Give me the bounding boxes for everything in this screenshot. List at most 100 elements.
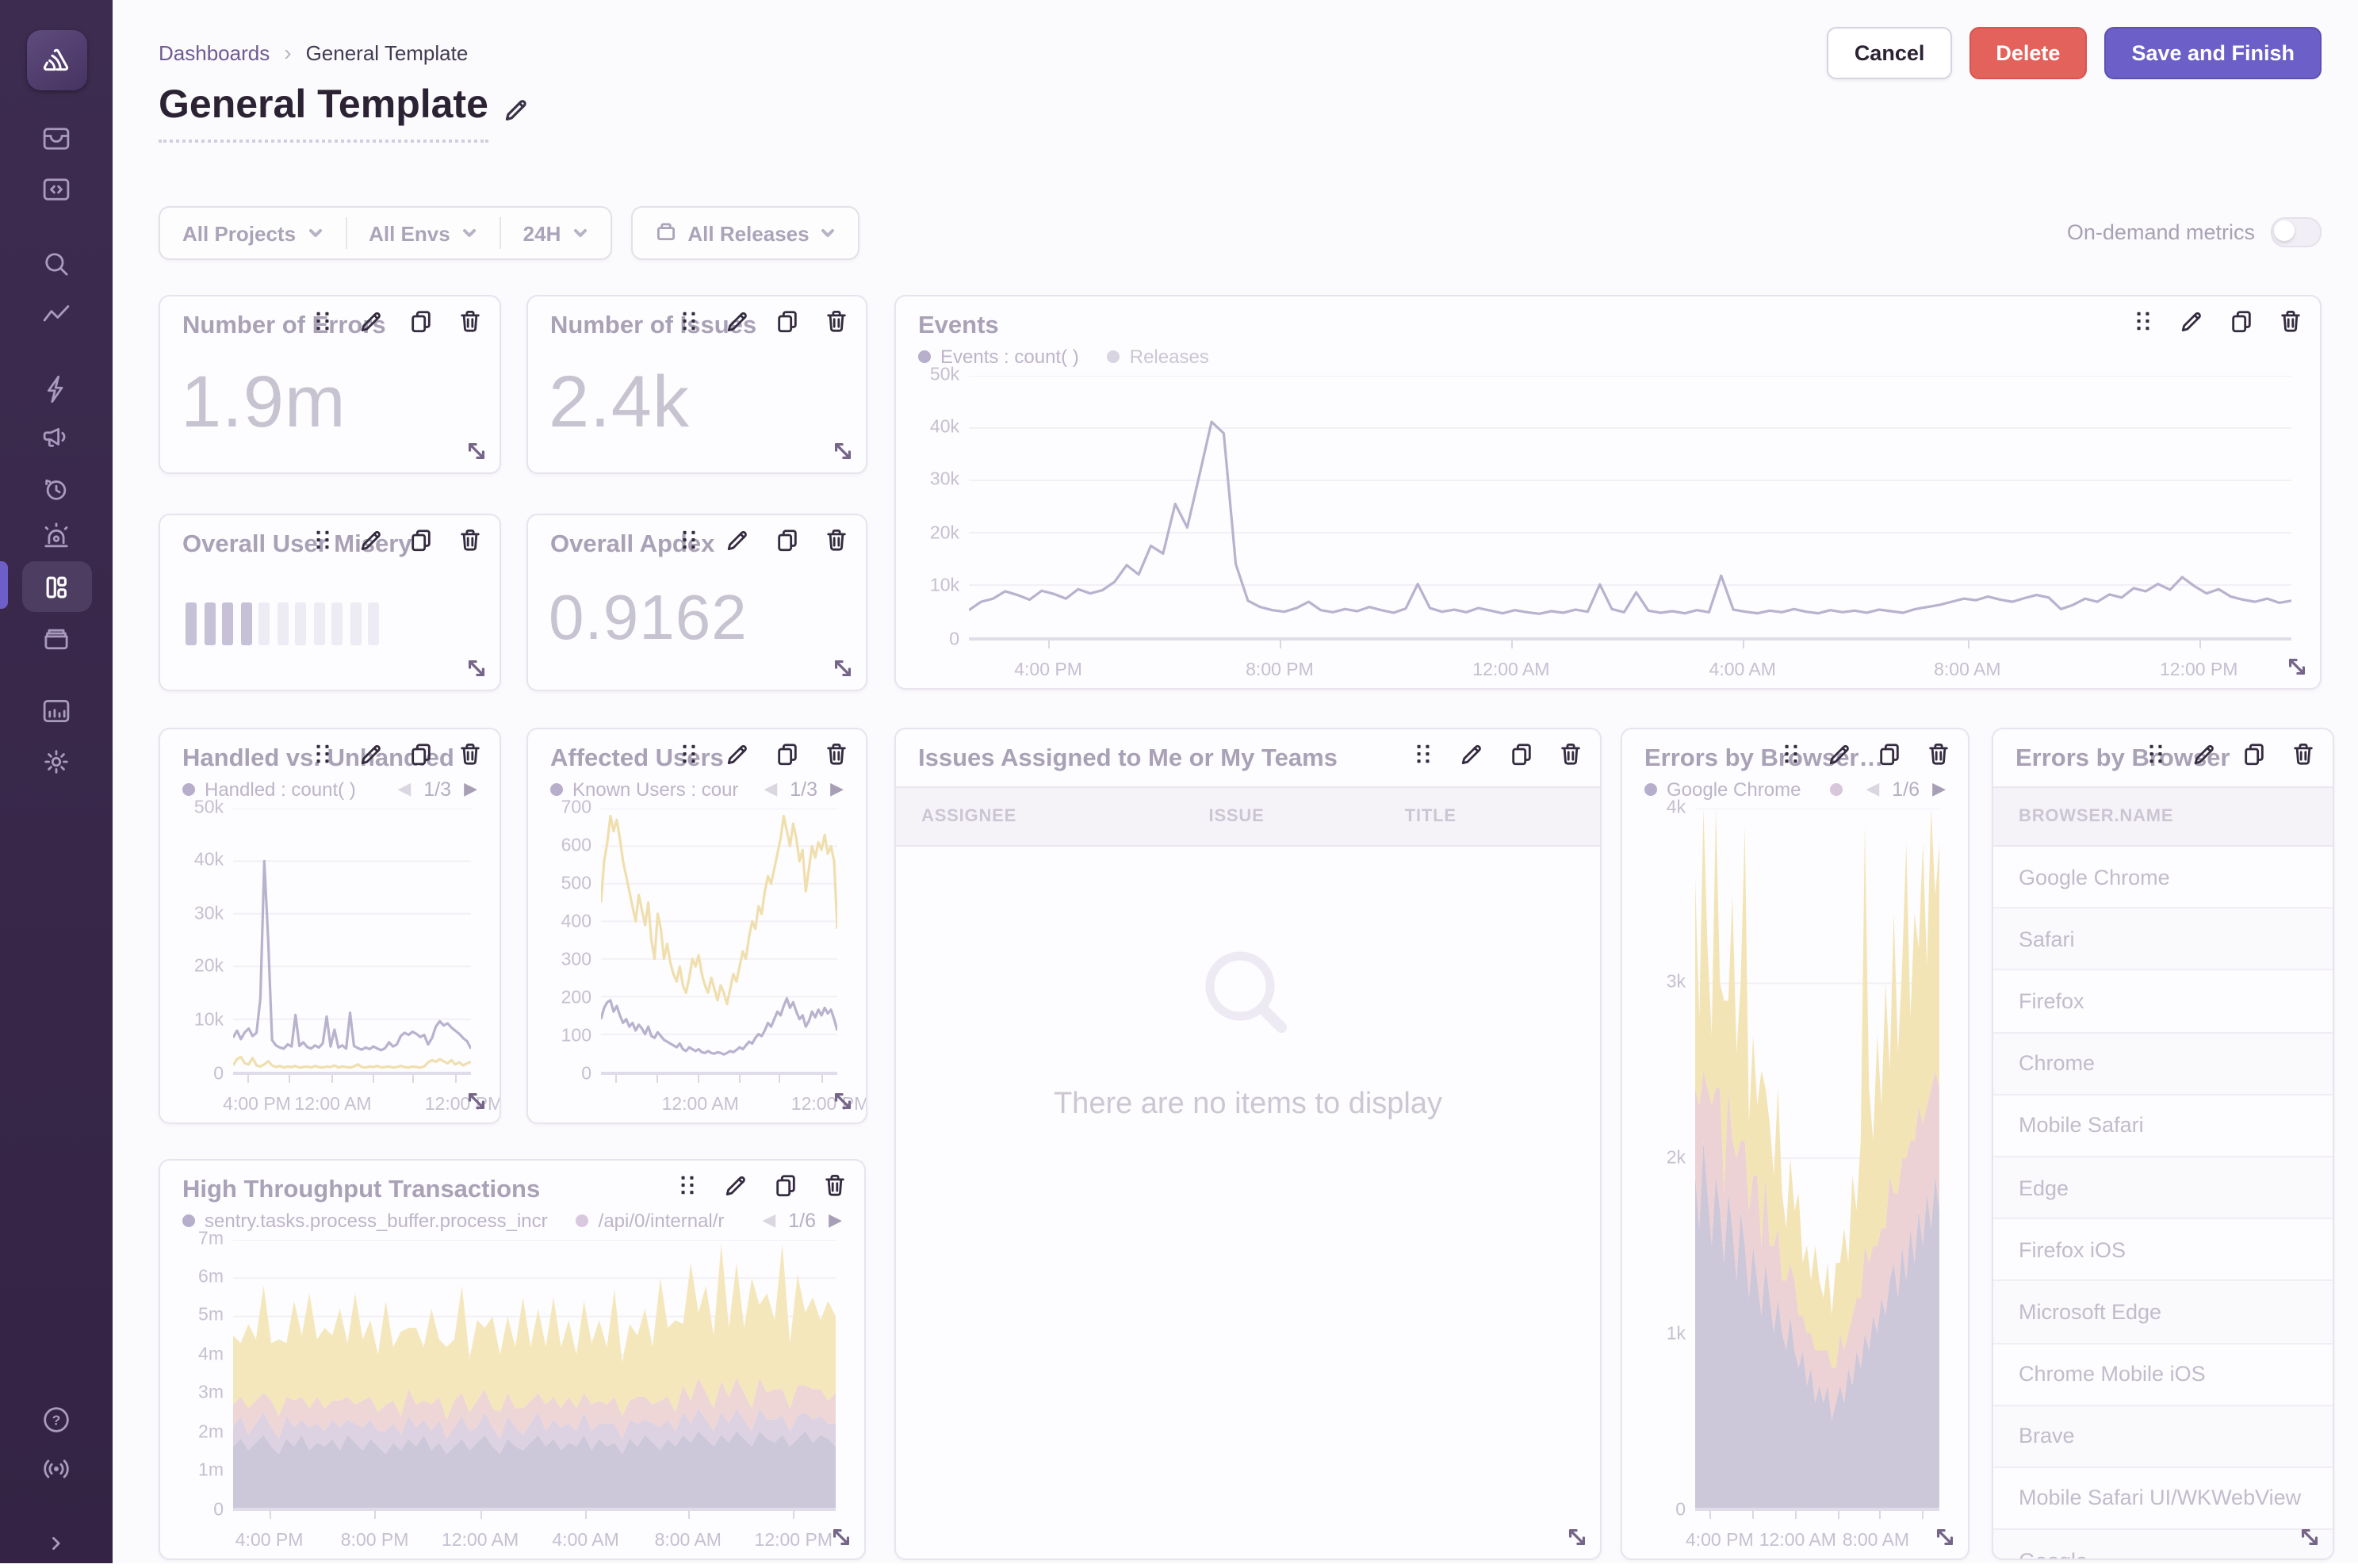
sidebar-item-replays[interactable] — [21, 463, 91, 514]
legend-prev-icon[interactable]: ◀ — [397, 781, 411, 798]
cancel-button[interactable]: Cancel — [1828, 27, 1952, 79]
ondemand-metrics-toggle[interactable] — [2271, 217, 2322, 247]
legend-prev-icon[interactable]: ◀ — [764, 781, 777, 798]
edit-widget-button[interactable] — [1828, 742, 1852, 766]
widget-handled-vs-unhandled[interactable]: Handled vs. Unhandled Handled : count( )… — [159, 728, 501, 1124]
widget-number-of-errors[interactable]: Number of Errors 1.9m — [159, 295, 501, 474]
delete-widget-button[interactable] — [2291, 742, 2315, 766]
drag-handle-icon[interactable] — [2131, 309, 2155, 333]
delete-widget-button[interactable] — [1927, 742, 1950, 766]
resize-handle[interactable] — [2298, 1525, 2322, 1549]
environments-filter-dropdown[interactable]: All Envs — [346, 208, 500, 258]
edit-widget-button[interactable] — [726, 528, 750, 552]
drag-handle-icon[interactable] — [677, 528, 701, 552]
duplicate-widget-button[interactable] — [2230, 309, 2253, 333]
delete-widget-button[interactable] — [458, 309, 482, 333]
legend-next-icon[interactable]: ▶ — [830, 781, 844, 798]
resize-handle[interactable] — [831, 1089, 855, 1113]
sidebar-item-projects[interactable] — [21, 163, 91, 214]
legend-prev-icon[interactable]: ◀ — [1866, 781, 1879, 798]
widget-errors-by-browser-overview[interactable]: Errors by Browser Overview Google Chrome… — [1621, 728, 1969, 1560]
sidebar-item-discover[interactable] — [21, 612, 91, 663]
delete-button[interactable]: Delete — [1969, 27, 2087, 79]
drag-handle-icon[interactable] — [1411, 742, 1435, 766]
sidebar-item-broadcast[interactable] — [21, 1443, 91, 1493]
resize-handle[interactable] — [1565, 1525, 1589, 1549]
resize-handle[interactable] — [465, 439, 488, 463]
delete-widget-button[interactable] — [825, 742, 848, 766]
delete-widget-button[interactable] — [823, 1173, 847, 1197]
edit-widget-button[interactable] — [726, 742, 750, 766]
page-title[interactable]: General Template — [159, 82, 488, 143]
widget-events[interactable]: Events Events : count( ) Releases 010k20… — [894, 295, 2322, 690]
widget-number-of-issues[interactable]: Number of Issues 2.4k — [526, 295, 867, 474]
duplicate-widget-button[interactable] — [409, 528, 433, 552]
sidebar-item-dashboards[interactable] — [21, 561, 91, 612]
edit-widget-button[interactable] — [2193, 742, 2217, 766]
widget-overall-user-misery[interactable]: Overall User Misery — [159, 514, 501, 691]
breadcrumb-dashboards-link[interactable]: Dashboards — [159, 40, 270, 64]
sidebar-item-stats[interactable] — [21, 685, 91, 736]
duplicate-widget-button[interactable] — [775, 528, 799, 552]
drag-handle-icon[interactable] — [311, 742, 335, 766]
delete-widget-button[interactable] — [458, 742, 482, 766]
duplicate-widget-button[interactable] — [775, 742, 799, 766]
duplicate-widget-button[interactable] — [775, 309, 799, 333]
drag-handle-icon[interactable] — [677, 742, 701, 766]
projects-filter-dropdown[interactable]: All Projects — [160, 208, 345, 258]
sidebar-item-help[interactable]: ? — [21, 1394, 91, 1444]
edit-widget-button[interactable] — [726, 309, 750, 333]
resize-handle[interactable] — [831, 439, 855, 463]
duplicate-widget-button[interactable] — [409, 309, 433, 333]
resize-handle[interactable] — [465, 1089, 488, 1113]
delete-widget-button[interactable] — [825, 528, 848, 552]
duplicate-widget-button[interactable] — [1510, 742, 1533, 766]
sidebar-item-feedback[interactable] — [21, 411, 91, 461]
delete-widget-button[interactable] — [825, 309, 848, 333]
date-range-dropdown[interactable]: 24H — [501, 208, 611, 258]
resize-handle[interactable] — [2285, 655, 2309, 679]
edit-widget-button[interactable] — [360, 528, 384, 552]
sidebar-item-traces[interactable] — [21, 289, 91, 339]
save-and-finish-button[interactable]: Save and Finish — [2104, 27, 2322, 79]
duplicate-widget-button[interactable] — [409, 742, 433, 766]
sidebar-item-explore[interactable] — [21, 238, 91, 289]
sidebar-item-settings[interactable] — [21, 736, 91, 786]
resize-handle[interactable] — [831, 656, 855, 680]
sidebar-item-issues[interactable] — [21, 113, 91, 163]
edit-widget-button[interactable] — [725, 1173, 748, 1197]
sidebar-collapse[interactable] — [21, 1517, 91, 1568]
legend-next-icon[interactable]: ▶ — [464, 781, 477, 798]
duplicate-widget-button[interactable] — [774, 1173, 798, 1197]
resize-handle[interactable] — [465, 656, 488, 680]
legend-next-icon[interactable]: ▶ — [1932, 781, 1946, 798]
widget-overall-apdex[interactable]: Overall Apdex 0.9162 — [526, 514, 867, 691]
widget-issues-assigned[interactable]: Issues Assigned to Me or My Teams ASSIGN… — [894, 728, 1602, 1560]
sidebar-item-quickstart[interactable] — [21, 363, 91, 414]
edit-widget-button[interactable] — [360, 742, 384, 766]
sidebar-item-alerts[interactable] — [21, 511, 91, 561]
drag-handle-icon[interactable] — [676, 1173, 699, 1197]
delete-widget-button[interactable] — [1559, 742, 1583, 766]
duplicate-widget-button[interactable] — [1878, 742, 1901, 766]
legend-next-icon[interactable]: ▶ — [829, 1212, 842, 1230]
resize-handle[interactable] — [1933, 1525, 1957, 1549]
drag-handle-icon[interactable] — [311, 528, 335, 552]
widget-errors-by-browser-table[interactable]: Errors by Browser BROWSER.NAME Google Ch… — [1992, 728, 2334, 1560]
widget-affected-users[interactable]: Affected Users Known Users : cour ◀1/3▶ … — [526, 728, 867, 1124]
releases-filter-dropdown[interactable]: All Releases — [632, 208, 858, 258]
edit-widget-button[interactable] — [2180, 309, 2204, 333]
resize-handle[interactable] — [829, 1525, 853, 1549]
edit-title-icon[interactable] — [504, 96, 530, 129]
drag-handle-icon[interactable] — [311, 309, 335, 333]
drag-handle-icon[interactable] — [677, 309, 701, 333]
duplicate-widget-button[interactable] — [2242, 742, 2266, 766]
delete-widget-button[interactable] — [2279, 309, 2302, 333]
edit-widget-button[interactable] — [1460, 742, 1484, 766]
delete-widget-button[interactable] — [458, 528, 482, 552]
legend-prev-icon[interactable]: ◀ — [762, 1212, 775, 1230]
drag-handle-icon[interactable] — [1779, 742, 1803, 766]
edit-widget-button[interactable] — [360, 309, 384, 333]
widget-high-throughput[interactable]: High Throughput Transactions sentry.task… — [159, 1159, 866, 1560]
sentry-logo[interactable] — [26, 30, 86, 90]
